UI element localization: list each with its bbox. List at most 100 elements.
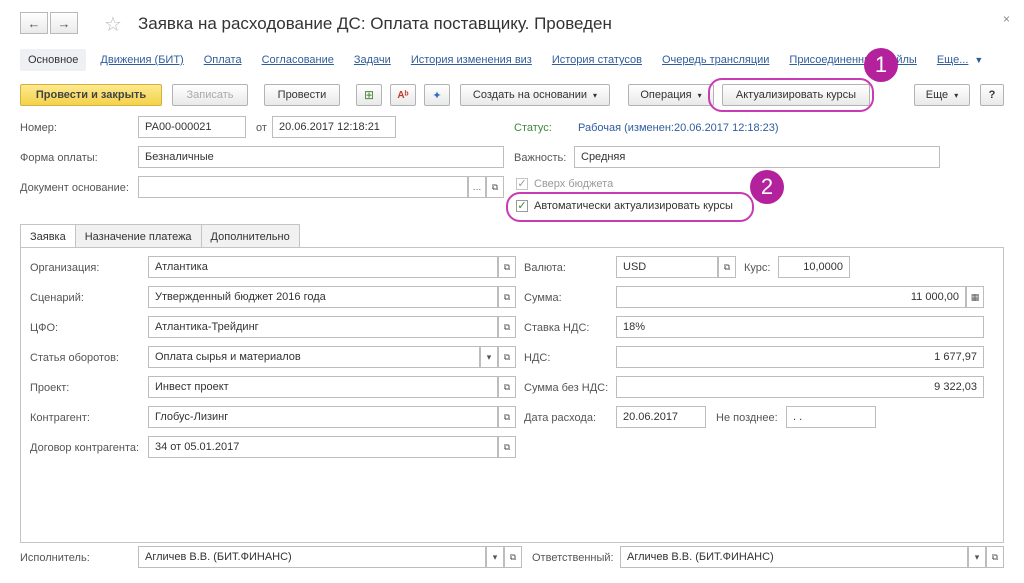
open-icon: ⧉ (503, 411, 511, 422)
scenario-open-button[interactable]: ⧉ (498, 286, 516, 308)
vat-rate-label: Ставка НДС: (524, 322, 590, 334)
nav-tab-tasks[interactable]: Задачи (354, 54, 391, 66)
dropdown-arrow-icon: ▾ (486, 351, 492, 362)
payment-form-field[interactable]: Безналичные (138, 146, 504, 168)
post-button[interactable]: Провести (264, 84, 340, 106)
checkmark-icon: ✓ (517, 178, 527, 190)
open-button[interactable]: ⧉ (486, 176, 504, 198)
annotation-badge-2: 2 (750, 170, 784, 204)
dt-kt-icon: Aᵇ (397, 89, 409, 101)
over-budget-label: Сверх бюджета (534, 178, 614, 190)
cfo-label: ЦФО: (30, 322, 59, 334)
nav-tab-main[interactable]: Основное (20, 49, 87, 71)
org-field[interactable]: Атлантика (148, 256, 498, 278)
calculator-icon: ▦ (970, 291, 980, 302)
importance-field[interactable]: Средняя (574, 146, 940, 168)
basis-doc-label: Документ основание: (20, 182, 129, 194)
vat-label: НДС: (524, 352, 551, 364)
post-and-close-button[interactable]: Провести и закрыть (20, 84, 162, 106)
not-later-field[interactable]: . . (786, 406, 876, 428)
select-button[interactable]: … (468, 176, 486, 198)
contract-label: Договор контрагента: (30, 442, 140, 454)
nav-tab-approval[interactable]: Согласование (262, 54, 334, 66)
article-dropdown-button[interactable]: ▾ (480, 346, 498, 368)
nav-tab-payment[interactable]: Оплата (204, 54, 242, 66)
responsible-field[interactable]: Агличев В.В. (БИТ.ФИНАНС) (620, 546, 968, 568)
contract-open-button[interactable]: ⧉ (498, 436, 516, 458)
executor-open-button[interactable]: ⧉ (504, 546, 522, 568)
sum-no-vat-field[interactable]: 9 322,03 (616, 376, 984, 398)
expense-date-label: Дата расхода: (524, 412, 596, 424)
org-open-button[interactable]: ⧉ (498, 256, 516, 278)
back-button[interactable]: ← (20, 12, 48, 34)
date-field[interactable]: 20.06.2017 12:18:21 (272, 116, 396, 138)
help-button[interactable]: ? (980, 84, 1004, 106)
nav-tab-translation-queue[interactable]: Очередь трансляции (662, 54, 769, 66)
currency-open-button[interactable]: ⧉ (718, 256, 736, 278)
scenario-field[interactable]: Утвержденный бюджет 2016 года (148, 286, 498, 308)
arrow-right-icon: → (57, 15, 71, 31)
nav-tab-visa-history[interactable]: История изменения виз (411, 54, 532, 66)
annotation-badge-1: 1 (864, 48, 898, 82)
cfo-field[interactable]: Атлантика-Трейдинг (148, 316, 498, 338)
counterparty-field[interactable]: Глобус-Лизинг (148, 406, 498, 428)
basis-doc-field[interactable] (138, 176, 468, 198)
close-icon[interactable]: × (1003, 12, 1010, 26)
status-value-link[interactable]: Рабочая (изменен:20.06.2017 12:18:23) (578, 122, 779, 134)
tab-request[interactable]: Заявка (20, 224, 76, 249)
structure-button[interactable]: ⊞ (356, 84, 382, 106)
status-label: Статус: (514, 122, 552, 134)
article-field[interactable]: Оплата сырья и материалов (148, 346, 480, 368)
vat-field[interactable]: 1 677,97 (616, 346, 984, 368)
ellipsis-icon: … (472, 182, 482, 192)
vat-rate-field[interactable]: 18% (616, 316, 984, 338)
project-field[interactable]: Инвест проект (148, 376, 498, 398)
responsible-dropdown-button[interactable]: ▾ (968, 546, 986, 568)
window-title: Заявка на расходование ДС: Оплата постав… (138, 14, 612, 33)
cfo-open-button[interactable]: ⧉ (498, 316, 516, 338)
operation-button[interactable]: Операция ▾ (628, 84, 714, 106)
open-icon: ⧉ (503, 441, 511, 452)
responsible-open-button[interactable]: ⧉ (986, 546, 1004, 568)
create-based-on-button[interactable]: Создать на основании ▾ (460, 84, 610, 106)
dropdown-arrow-icon: ▾ (697, 90, 702, 100)
currency-field[interactable]: USD (616, 256, 718, 278)
executor-label: Исполнитель: (20, 552, 90, 564)
open-icon: ⧉ (491, 181, 499, 192)
scenario-label: Сценарий: (30, 292, 84, 304)
tab-additional[interactable]: Дополнительно (200, 224, 300, 248)
lightbulb-icon: ✦ (432, 89, 442, 102)
nav-tab-status-history[interactable]: История статусов (552, 54, 642, 66)
executor-field[interactable]: Агличев В.В. (БИТ.ФИНАНС) (138, 546, 486, 568)
number-field[interactable]: РА00-000021 (138, 116, 246, 138)
write-button[interactable]: Записать (172, 84, 248, 106)
tab-payment-purpose[interactable]: Назначение платежа (74, 224, 202, 248)
executor-dropdown-button[interactable]: ▾ (486, 546, 504, 568)
dropdown-arrow-icon: ▾ (954, 90, 959, 100)
open-icon: ⧉ (723, 261, 731, 272)
forward-button[interactable]: → (50, 12, 78, 34)
print-button[interactable]: Aᵇ (390, 84, 416, 106)
nav-tab-more[interactable]: Еще... (937, 54, 969, 66)
open-icon: ⧉ (503, 351, 511, 362)
not-later-label: Не позднее: (716, 412, 778, 424)
more-button[interactable]: Еще ▾ (914, 84, 970, 106)
article-open-button[interactable]: ⧉ (498, 346, 516, 368)
contract-field[interactable]: 34 от 05.01.2017 (148, 436, 498, 458)
number-label: Номер: (20, 122, 57, 134)
nav-tab-movements[interactable]: Движения (БИТ) (100, 54, 183, 66)
rate-field[interactable]: 10,0000 (778, 256, 850, 278)
hint-button[interactable]: ✦ (424, 84, 450, 106)
expense-date-field[interactable]: 20.06.2017 (616, 406, 706, 428)
chevron-down-icon[interactable]: ▼ (974, 55, 983, 65)
annotation-highlight-1 (708, 78, 874, 112)
calculator-button[interactable]: ▦ (966, 286, 984, 308)
project-open-button[interactable]: ⧉ (498, 376, 516, 398)
open-icon: ⧉ (503, 321, 511, 332)
star-icon[interactable]: ☆ (104, 12, 122, 37)
sum-field[interactable]: 11 000,00 (616, 286, 966, 308)
counterparty-open-button[interactable]: ⧉ (498, 406, 516, 428)
open-icon: ⧉ (503, 381, 511, 392)
more-label: Еще (925, 89, 949, 101)
over-budget-checkbox[interactable]: ✓ (516, 178, 528, 190)
